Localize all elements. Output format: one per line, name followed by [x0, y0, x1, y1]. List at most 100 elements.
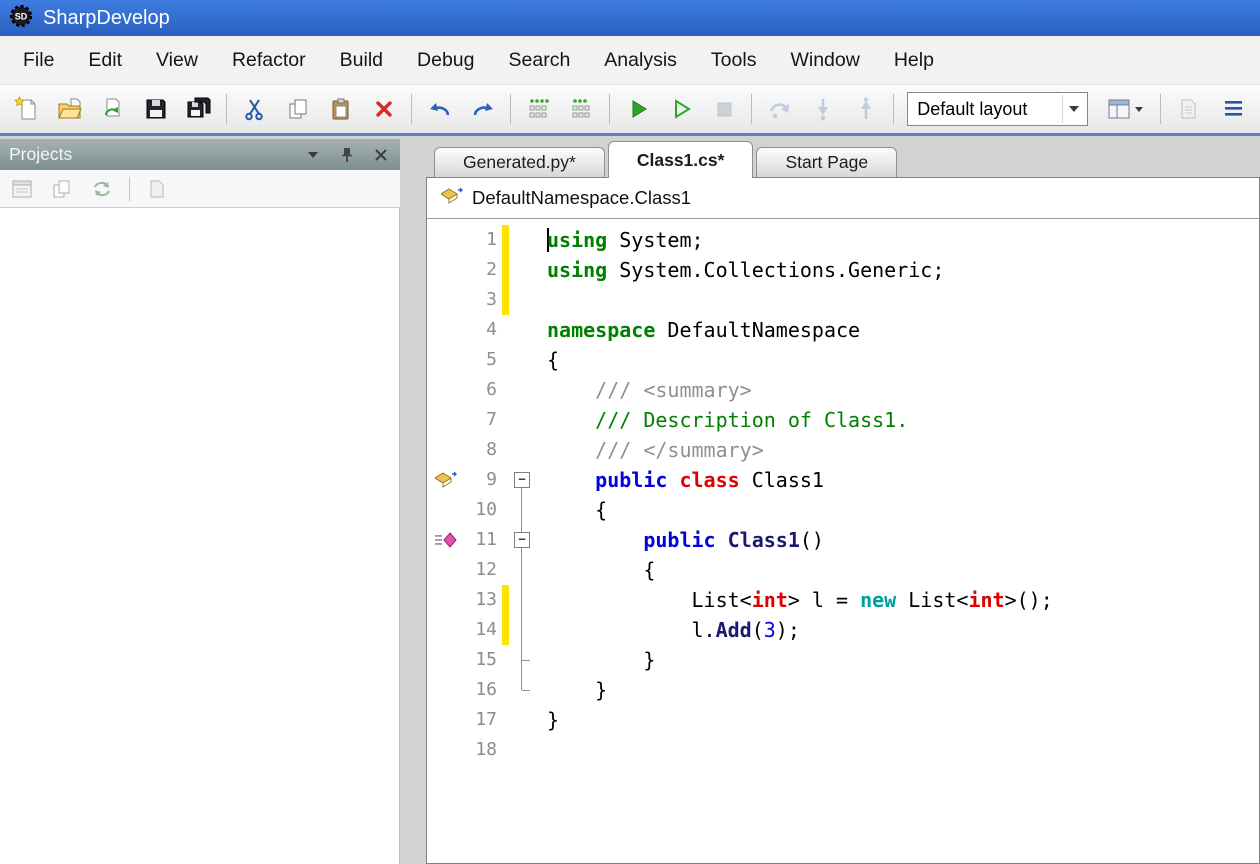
code-editor[interactable]: 1using System;2using System.Collections.…	[427, 219, 1259, 863]
class-icon[interactable]	[427, 465, 465, 495]
comment-region-button[interactable]	[518, 89, 559, 129]
code-text[interactable]: /// <summary>	[535, 375, 752, 405]
code-text[interactable]: }	[535, 705, 559, 735]
copy-items-button[interactable]	[46, 174, 78, 204]
change-marker	[502, 585, 509, 615]
step-out-button[interactable]	[845, 89, 886, 129]
step-into-button[interactable]	[802, 89, 843, 129]
stop-button[interactable]	[703, 89, 744, 129]
menu-edit[interactable]: Edit	[71, 36, 139, 84]
code-text[interactable]: }	[535, 675, 607, 705]
change-marker	[502, 255, 509, 285]
menu-file[interactable]: File	[6, 36, 71, 84]
icon-margin[interactable]	[427, 375, 465, 405]
code-text[interactable]: public Class1()	[535, 525, 824, 555]
class-icon	[441, 187, 463, 210]
paste-button[interactable]	[320, 89, 361, 129]
menu-view[interactable]: View	[139, 36, 215, 84]
open-file-button[interactable]	[49, 89, 90, 129]
icon-margin[interactable]	[427, 225, 465, 255]
document-button[interactable]	[1168, 89, 1209, 129]
layout-combobox[interactable]: Default layout	[907, 92, 1088, 126]
code-line: 17}	[427, 705, 1259, 735]
chevron-down-icon[interactable]	[1062, 95, 1085, 123]
code-line: 4namespace DefaultNamespace	[427, 315, 1259, 345]
code-text[interactable]: using System.Collections.Generic;	[535, 255, 944, 285]
icon-margin[interactable]	[427, 615, 465, 645]
code-text[interactable]: {	[535, 555, 655, 585]
class-navigation-bar[interactable]: DefaultNamespace.Class1	[427, 178, 1259, 219]
save-file-button[interactable]	[135, 89, 176, 129]
fold-collapse-box[interactable]: −	[514, 472, 530, 488]
code-text[interactable]: {	[535, 345, 559, 375]
icon-margin[interactable]	[427, 285, 465, 315]
panel-menu-button[interactable]	[303, 145, 323, 165]
code-text[interactable]: /// </summary>	[535, 435, 764, 465]
properties-button[interactable]	[6, 174, 38, 204]
menu-search[interactable]: Search	[492, 36, 588, 84]
panel-splitter[interactable]	[400, 139, 426, 864]
undo-button[interactable]	[419, 89, 460, 129]
run-button[interactable]	[617, 89, 658, 129]
menu-window[interactable]: Window	[773, 36, 876, 84]
code-text[interactable]: l.Add(3);	[535, 615, 800, 645]
code-text[interactable]: {	[535, 495, 607, 525]
change-marker	[502, 615, 509, 645]
justify-lines-button[interactable]	[1213, 89, 1254, 129]
code-text[interactable]: namespace DefaultNamespace	[535, 315, 860, 345]
cut-button[interactable]	[234, 89, 275, 129]
code-text[interactable]: /// Description of Class1.	[535, 405, 908, 435]
icon-margin[interactable]	[427, 495, 465, 525]
icon-margin[interactable]	[427, 675, 465, 705]
preview-document-button[interactable]	[141, 174, 173, 204]
icon-margin[interactable]	[427, 705, 465, 735]
tab-start-page[interactable]: Start Page	[756, 147, 897, 177]
icon-margin[interactable]	[427, 585, 465, 615]
save-all-button[interactable]	[178, 89, 219, 129]
menu-build[interactable]: Build	[323, 36, 400, 84]
fold-box-mid[interactable]: −	[509, 525, 535, 555]
icon-margin[interactable]	[427, 555, 465, 585]
method-icon[interactable]	[427, 525, 465, 555]
icon-margin[interactable]	[427, 345, 465, 375]
icon-margin[interactable]	[427, 435, 465, 465]
icon-margin[interactable]	[427, 735, 465, 765]
redo-button[interactable]	[462, 89, 503, 129]
run-without-debugger-button[interactable]	[660, 89, 701, 129]
new-file-button[interactable]	[6, 89, 47, 129]
code-text[interactable]: }	[535, 645, 655, 675]
icon-margin[interactable]	[427, 645, 465, 675]
refresh-button[interactable]	[86, 174, 118, 204]
menu-refactor[interactable]: Refactor	[215, 36, 323, 84]
panel-pin-button[interactable]	[337, 145, 357, 165]
icon-margin[interactable]	[427, 255, 465, 285]
code-text[interactable]: using System;	[535, 225, 704, 255]
fold-collapse-box[interactable]: −	[514, 532, 530, 548]
fold-box-start[interactable]: −	[509, 465, 535, 495]
window-layout-button[interactable]	[1096, 89, 1153, 129]
step-over-button[interactable]	[759, 89, 800, 129]
icon-margin[interactable]	[427, 405, 465, 435]
editor-area: Generated.py*Class1.cs*Start Page Defaul…	[426, 139, 1260, 864]
code-text[interactable]: public class Class1	[535, 465, 824, 495]
tab-generated-py[interactable]: Generated.py*	[434, 147, 605, 177]
menu-analysis[interactable]: Analysis	[587, 36, 694, 84]
code-text[interactable]	[535, 735, 547, 765]
projects-panel-header[interactable]: Projects	[0, 139, 400, 170]
uncomment-region-button[interactable]	[561, 89, 602, 129]
code-text[interactable]	[535, 285, 547, 315]
reload-file-icon	[100, 96, 126, 122]
panel-close-button[interactable]	[371, 145, 391, 165]
menu-help[interactable]: Help	[877, 36, 951, 84]
pin-icon	[339, 146, 355, 164]
menu-debug[interactable]: Debug	[400, 36, 491, 84]
tab-class1-cs[interactable]: Class1.cs*	[608, 141, 754, 178]
change-margin	[502, 555, 509, 585]
delete-button[interactable]	[363, 89, 404, 129]
copy-button[interactable]	[277, 89, 318, 129]
reload-file-button[interactable]	[92, 89, 133, 129]
icon-margin[interactable]	[427, 315, 465, 345]
menu-tools[interactable]: Tools	[694, 36, 774, 84]
projects-tree-area[interactable]	[0, 208, 400, 864]
code-text[interactable]: List<int> l = new List<int>();	[535, 585, 1053, 615]
